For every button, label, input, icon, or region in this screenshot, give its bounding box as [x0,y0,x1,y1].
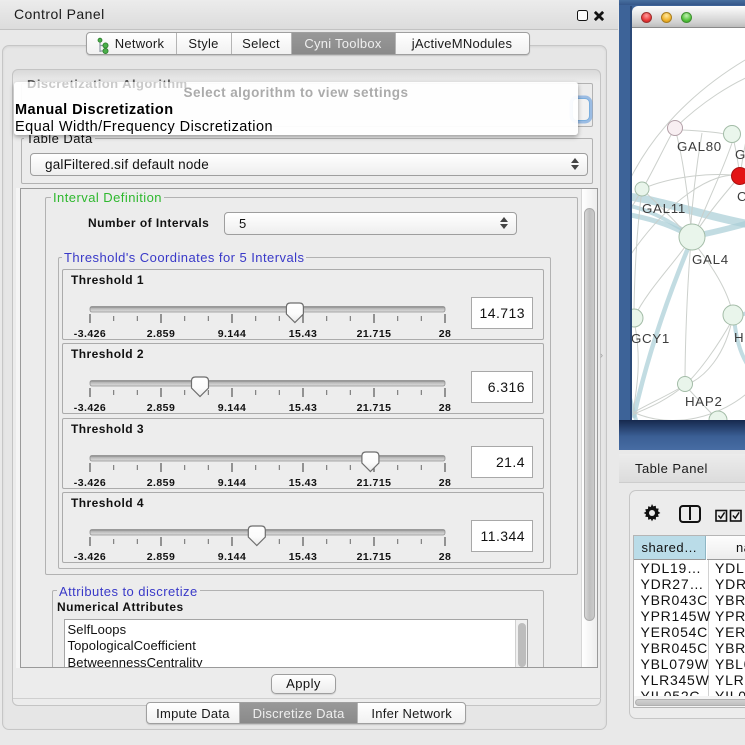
svg-text:15.43: 15.43 [289,328,318,340]
svg-text:GAL4: GAL4 [692,252,729,267]
svg-text:28: 28 [439,402,452,414]
svg-text:GAL80: GAL80 [677,139,722,154]
svg-text:C: C [737,189,745,204]
svg-text:GAL11: GAL11 [642,201,686,216]
svg-text:GCY1: GCY1 [632,331,670,346]
svg-text:-3.426: -3.426 [74,328,106,340]
svg-text:9.144: 9.144 [218,551,247,563]
svg-text:HAP2: HAP2 [685,394,723,409]
svg-text:2.859: 2.859 [147,328,176,340]
svg-text:21.715: 21.715 [357,551,392,563]
svg-text:2.859: 2.859 [147,551,176,563]
svg-text:21.715: 21.715 [357,477,392,489]
svg-text:15.43: 15.43 [289,402,318,414]
svg-text:15.43: 15.43 [289,551,318,563]
svg-text:21.715: 21.715 [357,402,392,414]
svg-text:15.43: 15.43 [289,477,318,489]
svg-text:21.715: 21.715 [357,328,392,340]
svg-text:28: 28 [439,328,452,340]
svg-text:9.144: 9.144 [218,328,247,340]
svg-text:2.859: 2.859 [147,402,176,414]
svg-text:9.144: 9.144 [218,402,247,414]
svg-text:-3.426: -3.426 [74,551,106,563]
svg-text:28: 28 [439,551,452,563]
svg-text:-3.426: -3.426 [74,402,106,414]
svg-text:2.859: 2.859 [147,477,176,489]
svg-text:9.144: 9.144 [218,477,247,489]
svg-text:H: H [734,330,744,345]
svg-text:GA: GA [735,147,745,162]
svg-text:28: 28 [439,477,452,489]
svg-text:-3.426: -3.426 [74,477,106,489]
